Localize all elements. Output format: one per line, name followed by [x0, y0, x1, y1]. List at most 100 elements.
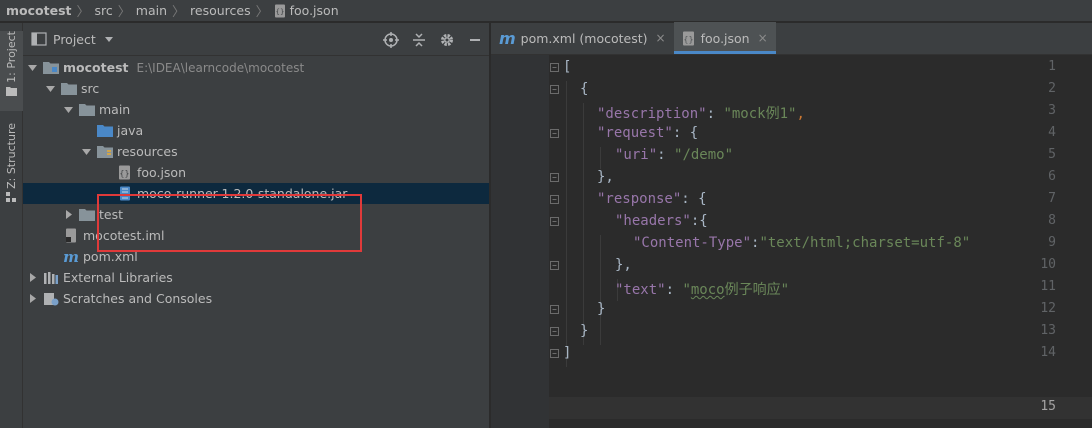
fold-marker-icon[interactable]: [550, 349, 559, 358]
tab-label: foo.json: [700, 30, 750, 46]
code-line: [: [563, 59, 572, 75]
crosshair-icon: [383, 31, 399, 48]
locate-file-button[interactable]: [383, 31, 399, 48]
code-line: "response": {: [597, 191, 707, 207]
line-number: 7: [1048, 191, 1056, 206]
expanded-arrow-icon[interactable]: [63, 105, 73, 115]
maven-icon: m: [499, 28, 516, 48]
tree-item-label: Scratches and Consoles: [63, 291, 213, 306]
left-tool-strip: 1: Project Z: Structure: [0, 23, 23, 428]
line-number: 5: [1048, 147, 1056, 162]
collapsed-arrow-icon[interactable]: [63, 210, 73, 220]
tree-item-mocotest[interactable]: mocotest E:\IDEA\learncode\mocotest: [23, 57, 489, 78]
breadcrumb-main[interactable]: main: [136, 3, 167, 18]
collapsed-arrow-icon[interactable]: [27, 273, 37, 283]
code-line: },: [615, 257, 632, 273]
tree-item-src[interactable]: src: [23, 78, 489, 99]
collapse-all-button[interactable]: [411, 32, 427, 48]
breadcrumb-file[interactable]: {} foo.json: [274, 3, 339, 18]
structure-tool-window-button[interactable]: Z: Structure: [0, 123, 23, 209]
indent-guide: [600, 235, 601, 345]
fold-marker-icon[interactable]: [550, 261, 559, 270]
settings-button[interactable]: [439, 32, 455, 48]
close-icon[interactable]: ×: [758, 31, 768, 45]
module-folder-icon: [43, 61, 59, 75]
json-file-icon: {}: [117, 165, 133, 180]
collapse-all-icon: [413, 32, 425, 47]
structure-tool-label: Z: Structure: [5, 123, 18, 189]
project-panel-actions: [383, 23, 483, 56]
tree-item-resources[interactable]: resources: [23, 141, 489, 162]
tree-item-label: resources: [117, 144, 178, 159]
tree-item-external-libraries[interactable]: External Libraries: [23, 267, 489, 288]
indent-guide: [600, 147, 601, 169]
project-tool-window-button[interactable]: 1: Project: [0, 31, 23, 111]
line-number: 1: [1048, 59, 1056, 74]
tree-item-foo-json[interactable]: {} foo.json: [23, 162, 489, 183]
fold-marker-icon[interactable]: [550, 305, 559, 314]
fold-marker-icon[interactable]: [550, 173, 559, 182]
breadcrumb-separator: 〉: [172, 5, 186, 20]
tree-item-test[interactable]: test: [23, 204, 489, 225]
structure-icon: [6, 191, 16, 202]
chevron-down-icon[interactable]: [102, 32, 116, 46]
minimize-icon: [470, 38, 480, 41]
line-number: 10: [1040, 257, 1056, 272]
tree-item-mocotest-iml[interactable]: mocotest.iml: [23, 225, 489, 246]
tree-item-label: mocotest: [63, 60, 129, 75]
line-number: 4: [1048, 125, 1056, 140]
line-number-gutter: [491, 55, 549, 428]
fold-marker-icon[interactable]: [550, 195, 559, 204]
breadcrumb-project[interactable]: mocotest: [6, 3, 71, 18]
maven-icon: m: [63, 247, 79, 266]
expanded-arrow-icon[interactable]: [45, 84, 55, 94]
tree-item-moco-runner-jar[interactable]: moco-runner-1.2.0-standalone.jar: [23, 183, 489, 204]
folder-icon: [79, 208, 95, 222]
source-folder-icon: [97, 124, 113, 138]
breadcrumb-resources[interactable]: resources: [190, 3, 251, 18]
breadcrumb-src[interactable]: src: [95, 3, 113, 18]
tab-foo-json[interactable]: {} foo.json ×: [673, 22, 776, 54]
tree-item-label: main: [99, 102, 131, 117]
resources-folder-icon: [97, 145, 113, 159]
folder-icon: [79, 103, 95, 117]
line-number: 9: [1048, 235, 1056, 250]
svg-text:{}: {}: [683, 35, 693, 44]
tree-item-label: foo.json: [137, 165, 187, 180]
iml-file-icon: [63, 228, 79, 243]
project-panel: Project mocotest E:\IDEA\learncode\mocot…: [23, 23, 490, 428]
hide-panel-button[interactable]: [467, 32, 483, 48]
tree-item-label: mocotest.iml: [83, 228, 165, 243]
collapsed-arrow-icon[interactable]: [27, 294, 37, 304]
tree-item-pom-xml[interactable]: m pom.xml: [23, 246, 489, 267]
fold-marker-icon[interactable]: [550, 217, 559, 226]
tab-pom-xml[interactable]: m pom.xml (mocotest) ×: [491, 22, 674, 54]
fold-marker-icon[interactable]: [550, 129, 559, 138]
editor-area: m pom.xml (mocotest) × {} foo.json × 1 2…: [491, 22, 1092, 428]
tree-item-java[interactable]: java: [23, 120, 489, 141]
fold-marker-icon[interactable]: [550, 63, 559, 72]
line-number: 12: [1040, 301, 1056, 316]
project-view-icon: [31, 32, 47, 46]
line-number: 3: [1048, 103, 1056, 118]
line-number: 6: [1048, 169, 1056, 184]
folder-icon: [61, 82, 77, 96]
expanded-arrow-icon[interactable]: [27, 63, 37, 73]
code-line: "uri": "/demo": [615, 147, 734, 163]
code-line: ]: [563, 345, 572, 361]
tree-item-label: java: [117, 123, 144, 138]
project-panel-title[interactable]: Project: [53, 32, 96, 47]
code-line: {: [580, 81, 589, 97]
close-icon[interactable]: ×: [656, 31, 666, 45]
tree-item-label: moco-runner-1.2.0-standalone.jar: [137, 186, 348, 201]
tab-label: pom.xml (mocotest): [520, 30, 648, 46]
expanded-arrow-icon[interactable]: [81, 147, 91, 157]
library-icon: [43, 271, 59, 285]
fold-marker-icon[interactable]: [550, 85, 559, 94]
code-line: }: [580, 323, 589, 339]
json-file-icon: {}: [274, 4, 285, 17]
fold-marker-icon[interactable]: [550, 327, 559, 336]
scratches-icon: [43, 292, 59, 306]
tree-item-scratches[interactable]: Scratches and Consoles: [23, 288, 489, 309]
tree-item-main[interactable]: main: [23, 99, 489, 120]
